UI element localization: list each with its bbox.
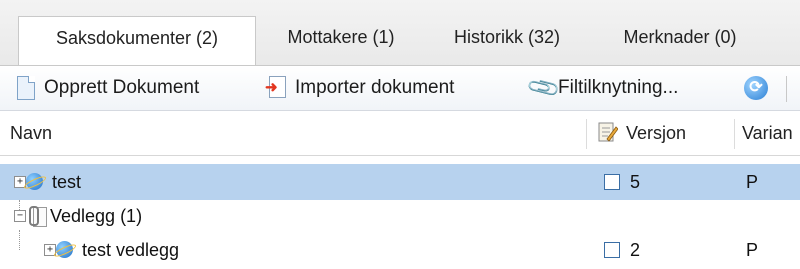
- file-attachment-button[interactable]: 📎 Filtilknytning...: [525, 69, 679, 106]
- toolbar: Opprett Dokument ➜ Importer dokument 📎 F…: [0, 66, 800, 111]
- import-document-button[interactable]: ➜ Importer dokument: [265, 72, 454, 104]
- paperclip-icon: 📎: [525, 69, 562, 106]
- column-divider[interactable]: [734, 119, 735, 149]
- column-divider[interactable]: [586, 119, 587, 149]
- tab-mottakere[interactable]: Mottakere (1): [268, 16, 414, 58]
- toolbar-separator: [786, 76, 787, 102]
- import-document-label: Importer dokument: [295, 77, 455, 98]
- new-document-icon: [14, 76, 38, 100]
- row-version: 5: [630, 172, 641, 192]
- row-name: test vedlegg: [82, 240, 180, 260]
- globe-document-icon: [26, 173, 43, 190]
- file-attachment-label: Filtilknytning...: [558, 77, 679, 98]
- row-checkbox[interactable]: [604, 242, 620, 258]
- tab-historikk[interactable]: Historikk (32): [428, 16, 586, 58]
- tab-saksdokumenter[interactable]: Saksdokumenter (2): [18, 16, 256, 67]
- column-header-variant[interactable]: Varian: [742, 111, 793, 155]
- globe-document-icon: [56, 241, 73, 258]
- row-variant: P: [746, 172, 759, 192]
- tab-merknader[interactable]: Merknader (0): [600, 16, 760, 58]
- row-version: 2: [630, 240, 641, 260]
- collapse-icon[interactable]: −: [14, 210, 26, 222]
- column-header-name[interactable]: Navn: [10, 111, 52, 155]
- attachment-folder-icon: [28, 206, 47, 227]
- row-checkbox[interactable]: [604, 174, 620, 190]
- table-row[interactable]: + test 5 P: [0, 164, 800, 200]
- table-row[interactable]: − Vedlegg (1): [0, 200, 800, 232]
- tab-strip: Saksdokumenter (2) Mottakere (1) Histori…: [0, 0, 800, 67]
- refresh-button[interactable]: ⟳: [744, 72, 774, 104]
- table-row[interactable]: + test vedlegg 2 P: [0, 232, 800, 268]
- create-document-label: Opprett Dokument: [44, 77, 200, 98]
- row-name: Vedlegg (1): [50, 206, 143, 226]
- refresh-icon: ⟳: [744, 76, 768, 100]
- create-document-button[interactable]: Opprett Dokument: [14, 72, 199, 104]
- import-document-icon: ➜: [265, 76, 289, 100]
- row-name: test: [52, 172, 82, 192]
- row-variant: P: [746, 240, 759, 260]
- edit-document-icon: [598, 122, 618, 142]
- grid-header: Navn Versjon Varian: [0, 111, 800, 156]
- column-header-version[interactable]: Versjon: [626, 111, 686, 155]
